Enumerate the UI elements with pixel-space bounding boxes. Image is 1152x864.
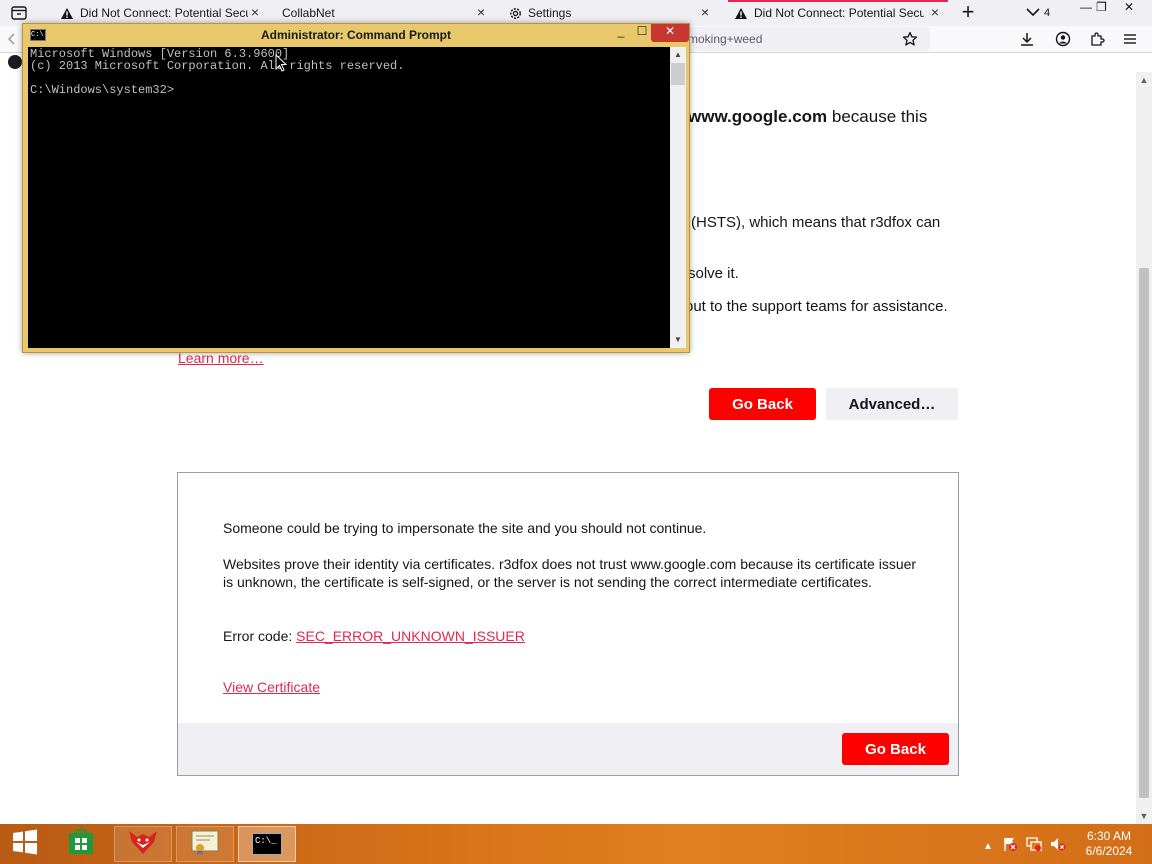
go-back-button[interactable]: Go Back [709,388,816,420]
clock-time: 6:30 AM [1086,829,1132,843]
taskbar: C:\_ ▲ 6:30 AM 6/6/2024 [0,824,1152,864]
url-text[interactable]: moking+weed [688,32,762,46]
url-bar[interactable]: moking+weed [668,27,930,51]
error-code-label: Error code: [223,628,297,644]
scroll-thumb[interactable] [671,63,685,85]
star-bookmark-icon[interactable] [900,29,920,49]
scroll-up-icon[interactable]: ▲ [670,47,686,63]
cmd-console-output[interactable]: Microsoft Windows [Version 6.3.9600] (c)… [28,47,670,348]
start-button[interactable] [0,826,50,862]
scroll-down-icon[interactable]: ▼ [670,332,686,348]
account-icon[interactable] [1053,29,1073,49]
error-code-line: Error code: SEC_ERROR_UNKNOWN_ISSUER [223,627,525,645]
close-icon[interactable]: × [474,5,488,19]
panel-footer: Go Back [178,723,958,775]
impersonation-warning: Someone could be trying to impersonate t… [223,520,707,536]
close-window-icon[interactable]: ✕ [1124,0,1134,16]
bookmark-bar-icon[interactable] [8,55,22,69]
back-icon[interactable] [4,29,18,49]
tab-title: CollabNet [282,6,335,20]
store-icon [67,828,95,861]
hsts-description: (HSTS), which means that r3dfox can [691,214,941,231]
download-icon[interactable] [1017,29,1037,49]
tray-expand-icon[interactable]: ▲ [980,838,996,854]
go-back-button-bottom[interactable]: Go Back [842,733,949,765]
error-code-link[interactable]: SEC_ERROR_UNKNOWN_ISSUER [296,628,525,644]
chevron-down-icon [1026,7,1040,20]
network-icon[interactable] [1026,836,1042,852]
clock-date: 6/6/2024 [1085,844,1133,858]
tab-title: Settings [528,6,572,20]
cmd-icon: C:\_ [252,833,282,855]
view-certificate-link[interactable]: View Certificate [223,679,320,695]
scroll-thumb[interactable] [1139,268,1149,798]
scroll-up-icon[interactable]: ▲ [1136,72,1152,88]
action-center-flag-icon[interactable] [1002,836,1018,852]
error-title: www.google.com because this [688,107,928,126]
cmd-scrollbar[interactable]: ▲ ▼ [670,47,686,348]
new-tab-button[interactable]: + [958,1,978,24]
close-icon[interactable]: × [928,5,942,19]
taskbar-command-prompt[interactable]: C:\_ [238,826,296,862]
close-icon[interactable]: × [698,5,712,19]
warning-icon [58,7,76,20]
extensions-icon[interactable] [1087,29,1107,49]
gear-icon [506,6,524,21]
cmd-title: Administrator: Command Prompt [260,28,451,42]
taskbar-certificate[interactable] [176,826,234,862]
close-icon[interactable]: ✕ [651,24,689,42]
restore-icon[interactable]: ❐ [1096,0,1107,16]
volume-muted-icon[interactable] [1050,836,1066,852]
scroll-down-icon[interactable]: ▼ [1136,808,1152,824]
support-description: out to the support teams for assistance. [685,298,948,315]
close-icon[interactable]: × [248,5,262,19]
tab-did-not-connect-active[interactable]: Did Not Connect: Potential Security Issu… [728,0,948,26]
tab-overflow-button[interactable]: 4 [1026,3,1050,23]
system-clock[interactable]: 6:30 AM 6/6/2024 [1078,829,1140,859]
taskbar-store[interactable] [52,826,110,862]
advanced-button[interactable]: Advanced… [826,388,958,420]
minimize-icon[interactable]: — [1080,0,1092,16]
tab-count: 4 [1044,7,1051,19]
taskbar-r3dfox[interactable] [114,826,172,862]
mouse-cursor-icon [275,53,288,77]
maximize-icon[interactable]: ☐ [631,24,653,42]
menu-icon[interactable] [1120,29,1140,49]
tab-title: Did Not Connect: Potential Security Issu… [754,6,924,20]
tab-title: Did Not Connect: Potential Security Issu… [80,6,248,20]
windows-logo-icon [12,829,38,860]
cmd-titlebar[interactable]: C:\ Administrator: Command Prompt _ ☐ ✕ [23,24,689,46]
description-line: solve it. [688,265,739,282]
r3dfox-icon [127,828,159,861]
tab-list-icon[interactable] [8,3,30,23]
certificate-explanation: Websites prove their identity via certif… [223,556,917,590]
certificate-icon [190,828,220,861]
command-prompt-window[interactable]: C:\ Administrator: Command Prompt _ ☐ ✕ … [22,23,690,353]
page-scrollbar[interactable]: ▲ ▼ [1136,72,1152,824]
minimize-icon[interactable]: _ [611,24,631,42]
advanced-panel: Someone could be trying to impersonate t… [177,472,959,776]
warning-icon [732,7,750,20]
